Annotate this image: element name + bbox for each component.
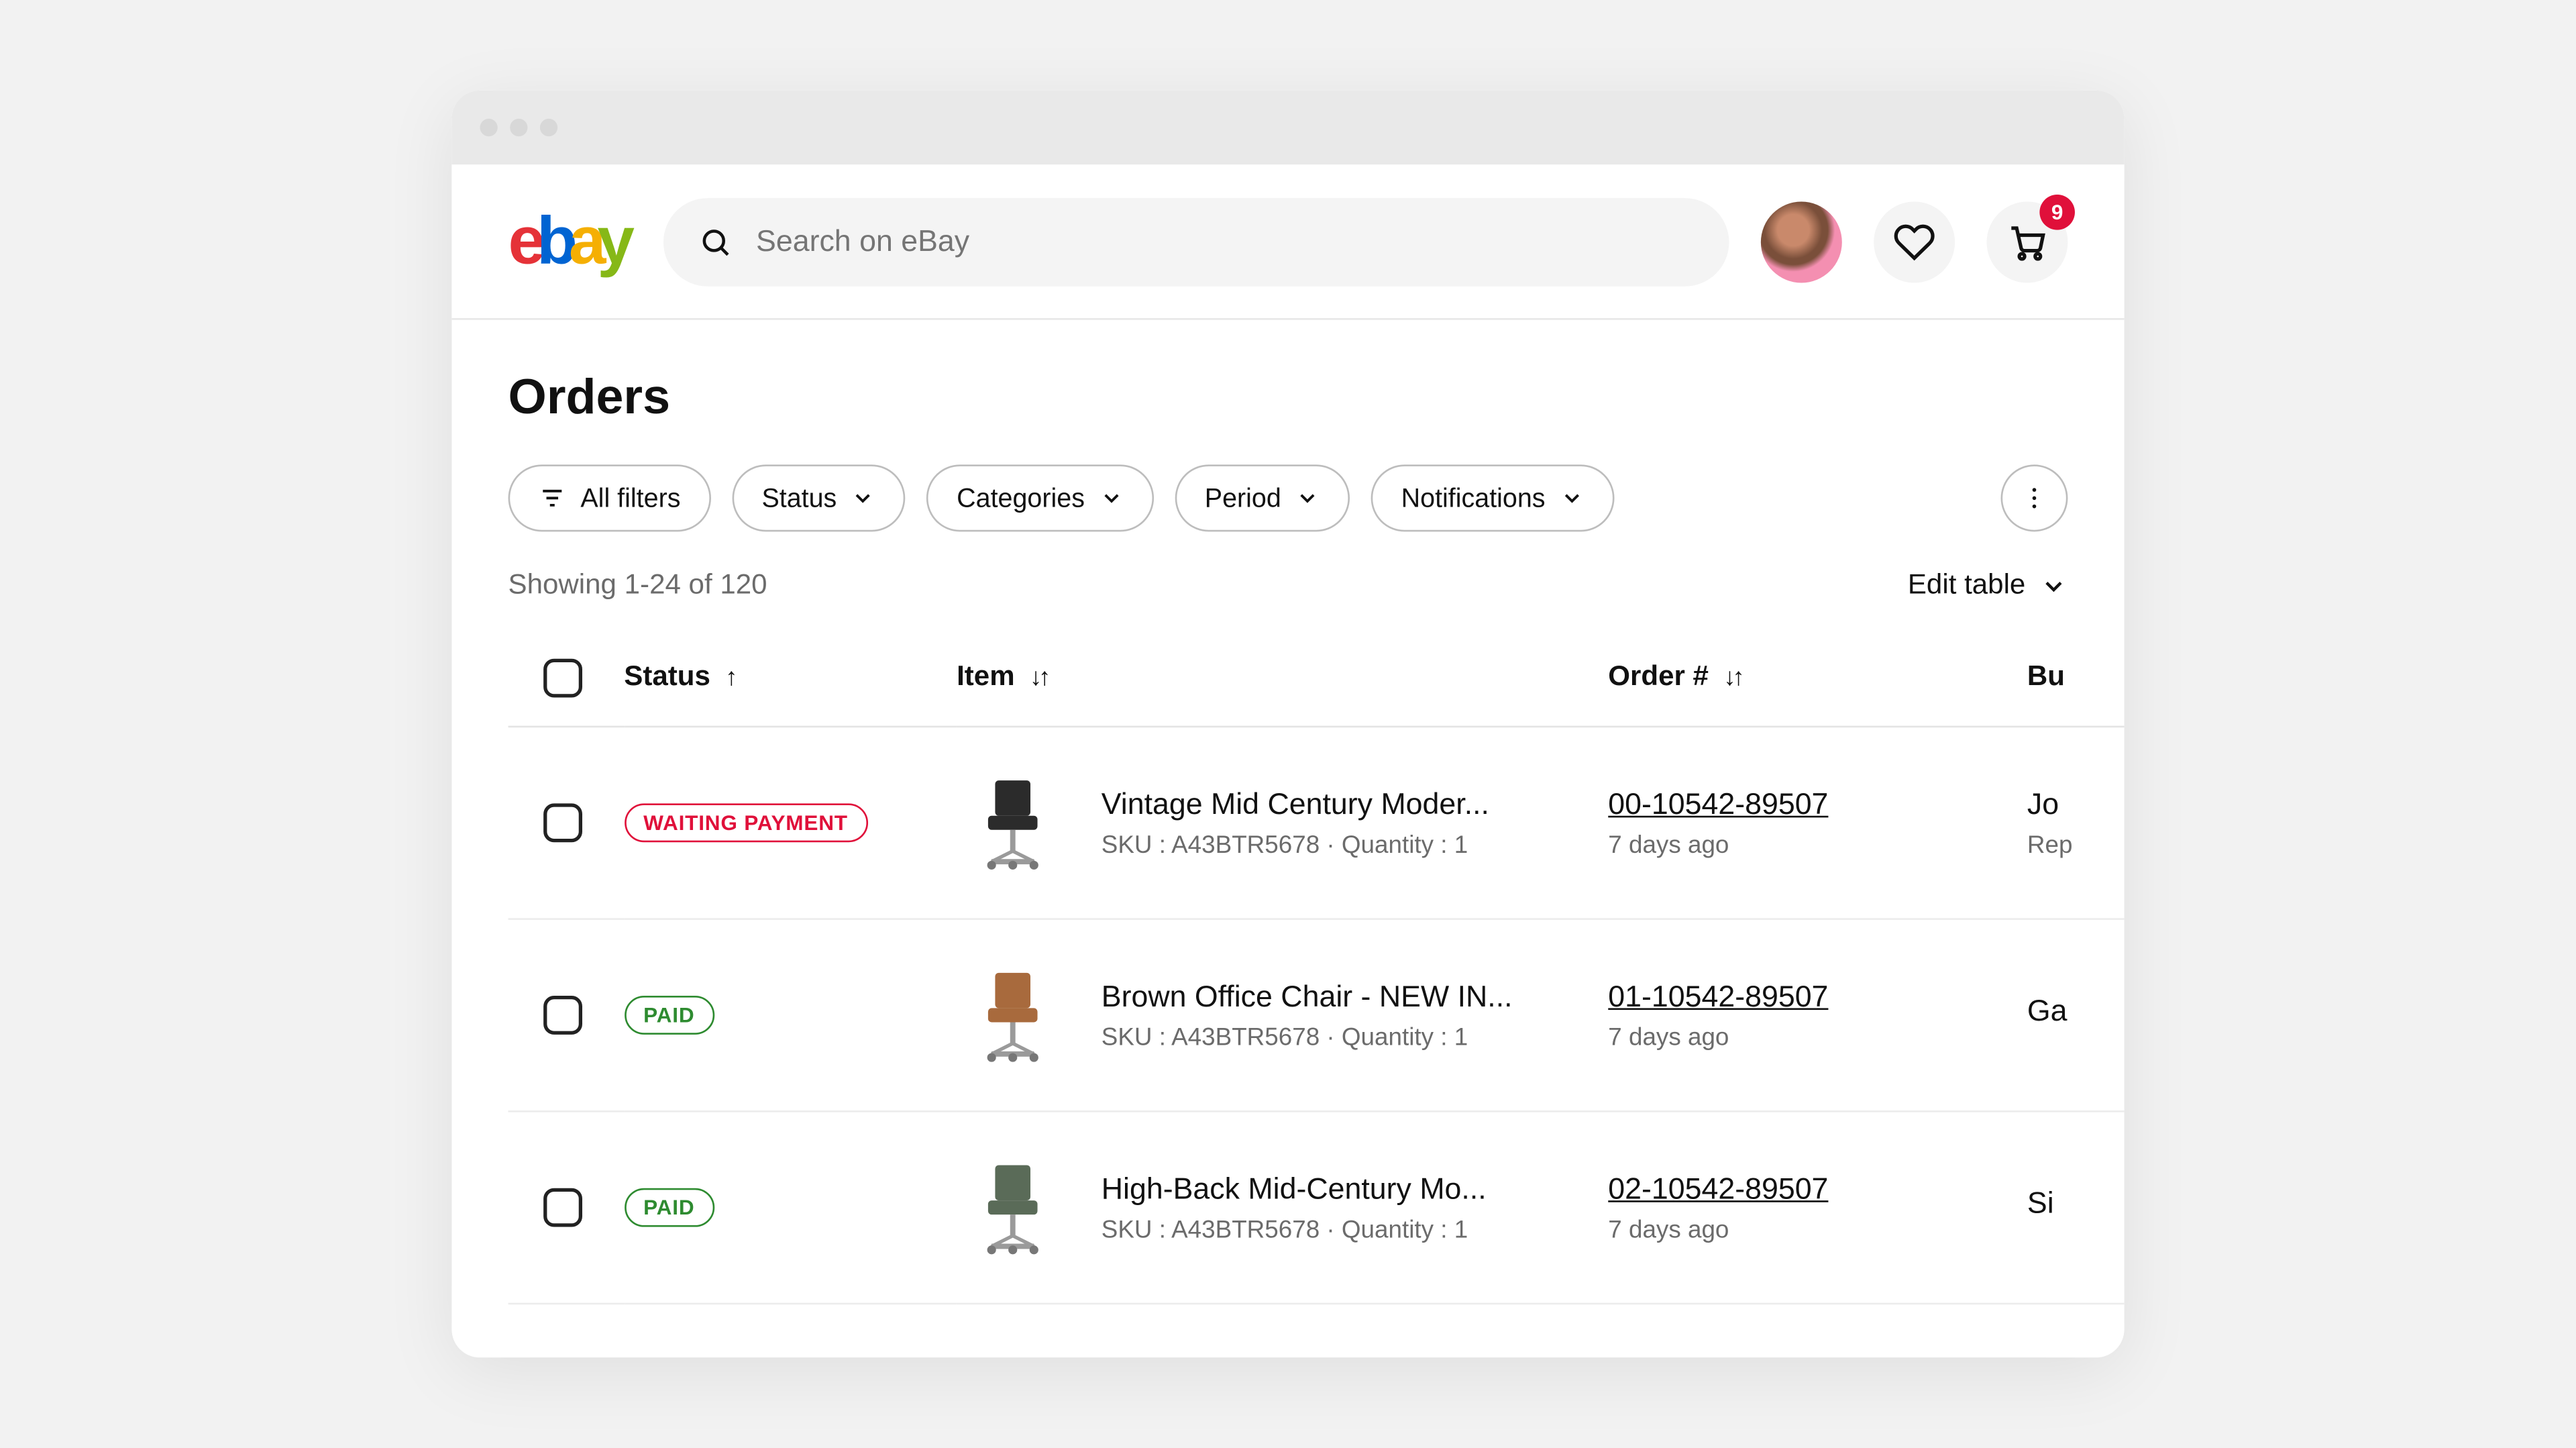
orders-table: Status ↑ Item ↓↑ Order # ↓↑ — [508, 634, 2125, 1304]
item-title[interactable]: High-Back Mid-Century Mo... — [1102, 1172, 1487, 1208]
chair-icon — [960, 770, 1066, 876]
meta-row: Showing 1-24 of 120 Edit table — [508, 570, 2125, 602]
filter-categories-label: Categories — [957, 483, 1085, 513]
order-number-link[interactable]: 02-10542-89507 — [1608, 1172, 1828, 1206]
filter-notifications-label: Notifications — [1401, 483, 1546, 513]
buyer-name[interactable]: Jo — [2027, 788, 2125, 823]
cart-button[interactable]: 9 — [1986, 201, 2068, 282]
select-all-checkbox[interactable] — [543, 659, 582, 698]
col-order-label: Order # — [1608, 662, 1709, 692]
col-buyer-label: Bu — [2027, 662, 2065, 692]
order-age: 7 days ago — [1608, 830, 2027, 858]
item-title[interactable]: Brown Office Chair - NEW IN... — [1102, 980, 1513, 1015]
sort-icon: ↓↑ — [1030, 662, 1047, 690]
showing-label: Showing 1-24 of 120 — [508, 570, 767, 602]
traffic-light-minimize[interactable] — [510, 119, 527, 136]
item-thumbnail[interactable] — [957, 766, 1069, 879]
page-title: Orders — [508, 369, 2125, 425]
table-row: PAID Hi — [508, 1111, 2125, 1304]
filter-all-label: All filters — [580, 483, 680, 513]
avatar[interactable] — [1761, 201, 1842, 282]
browser-window: ebay 9 — [451, 91, 2124, 1357]
col-checkbox — [508, 634, 625, 727]
table-row: WAITING PAYMENT — [508, 727, 2125, 919]
filter-notifications[interactable]: Notifications — [1371, 464, 1614, 531]
traffic-light-close[interactable] — [480, 119, 497, 136]
item-thumbnail[interactable] — [957, 959, 1069, 1072]
item-subtitle: SKU : A43BTR5678 · Quantity : 1 — [1102, 1214, 1487, 1243]
chair-icon — [960, 962, 1066, 1068]
chevron-down-icon — [1295, 486, 1320, 511]
status-badge: WAITING PAYMENT — [624, 803, 867, 842]
edit-table-button[interactable]: Edit table — [1908, 570, 2068, 602]
order-age: 7 days ago — [1608, 1214, 2027, 1243]
status-badge: PAID — [624, 1188, 714, 1227]
traffic-light-maximize[interactable] — [540, 119, 557, 136]
item-title[interactable]: Vintage Mid Century Moder... — [1102, 788, 1489, 823]
more-vertical-icon — [2020, 484, 2048, 512]
sort-asc-icon: ↑ — [725, 662, 734, 690]
col-status-label: Status — [624, 662, 710, 692]
cart-badge: 9 — [2039, 194, 2075, 229]
more-actions-button[interactable] — [2001, 464, 2068, 531]
content: Orders All filters Status Categories — [451, 320, 2124, 1305]
buyer-subtitle: Rep — [2027, 830, 2125, 858]
status-badge: PAID — [624, 996, 714, 1035]
row-checkbox[interactable] — [543, 1188, 582, 1227]
col-buyer-header[interactable]: Bu — [2027, 634, 2125, 727]
buyer-name[interactable]: Ga — [2027, 994, 2125, 1029]
filters-row: All filters Status Categories Period Not… — [508, 464, 2125, 531]
heart-icon — [1893, 220, 1935, 262]
chevron-down-icon — [1560, 486, 1585, 511]
filter-status[interactable]: Status — [732, 464, 906, 531]
header: ebay 9 — [451, 164, 2124, 319]
chair-icon — [960, 1155, 1066, 1261]
search-bar[interactable] — [663, 197, 1729, 286]
item-thumbnail[interactable] — [957, 1151, 1069, 1263]
table-row: PAID Br — [508, 919, 2125, 1112]
buyer-name[interactable]: Si — [2027, 1186, 2125, 1222]
chevron-down-icon — [2039, 572, 2068, 601]
filter-categories[interactable]: Categories — [926, 464, 1153, 531]
chevron-down-icon — [1099, 486, 1124, 511]
titlebar — [451, 91, 2124, 164]
chevron-down-icon — [851, 486, 875, 511]
order-number-link[interactable]: 00-10542-89507 — [1608, 788, 1828, 821]
item-subtitle: SKU : A43BTR5678 · Quantity : 1 — [1102, 1022, 1513, 1050]
sort-icon: ↓↑ — [1723, 662, 1741, 690]
filter-icon — [538, 484, 566, 512]
ebay-logo[interactable]: ebay — [508, 208, 631, 275]
order-number-link[interactable]: 01-10542-89507 — [1608, 980, 1828, 1013]
col-status-header[interactable]: Status ↑ — [624, 634, 957, 727]
edit-table-label: Edit table — [1908, 570, 2025, 602]
item-subtitle: SKU : A43BTR5678 · Quantity : 1 — [1102, 830, 1489, 858]
filter-all[interactable]: All filters — [508, 464, 711, 531]
col-order-header[interactable]: Order # ↓↑ — [1608, 634, 2027, 727]
col-item-header[interactable]: Item ↓↑ — [957, 634, 1608, 727]
order-age: 7 days ago — [1608, 1022, 2027, 1050]
row-checkbox[interactable] — [543, 996, 582, 1035]
filter-period-label: Period — [1205, 483, 1281, 513]
filter-period[interactable]: Period — [1175, 464, 1350, 531]
col-item-label: Item — [957, 662, 1015, 692]
favorites-button[interactable] — [1874, 201, 1955, 282]
row-checkbox[interactable] — [543, 803, 582, 842]
filter-status-label: Status — [761, 483, 837, 513]
search-input[interactable] — [756, 223, 1694, 259]
cart-icon — [2006, 220, 2048, 262]
search-icon — [698, 223, 732, 259]
